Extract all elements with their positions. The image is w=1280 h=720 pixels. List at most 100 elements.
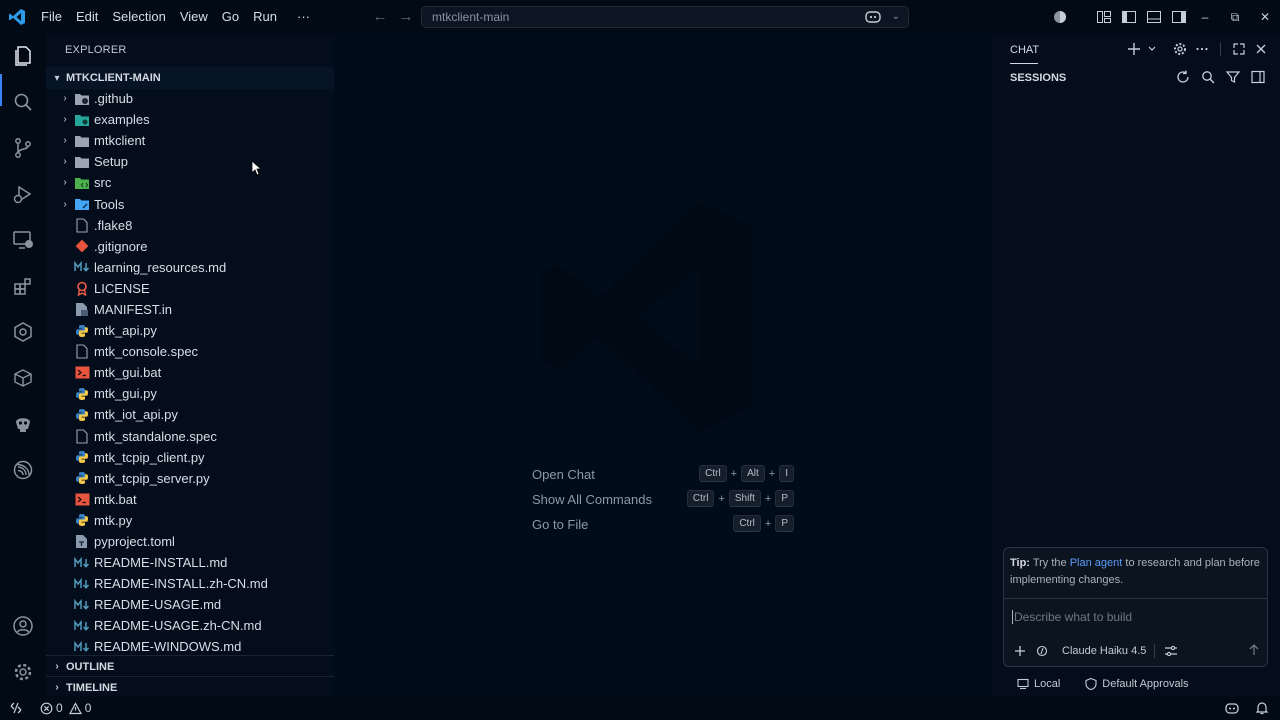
file-row[interactable]: pyproject.toml — [46, 531, 334, 552]
send-arrow-icon[interactable] — [1246, 642, 1262, 658]
explorer-icon[interactable] — [11, 44, 35, 68]
menu-view[interactable]: View — [173, 5, 215, 29]
file-row[interactable]: README-INSTALL.zh-CN.md — [46, 573, 334, 594]
file-row[interactable]: README-WINDOWS.md — [46, 636, 334, 655]
command-center[interactable]: mtkclient-main ⌄ — [421, 6, 909, 28]
welcome-shortcuts: Open Chat Ctrl + Alt + I Show All Commands Ctrl… — [532, 462, 794, 537]
notifications-bell-icon[interactable] — [1254, 700, 1270, 716]
timeline-section[interactable]: › TIMELINE — [46, 676, 334, 698]
settings-gear-icon[interactable] — [11, 660, 35, 684]
copilot-status-icon[interactable] — [1224, 700, 1240, 716]
file-row[interactable]: MANIFEST.in — [46, 299, 334, 320]
refresh-icon[interactable] — [1175, 69, 1191, 85]
root-folder-header[interactable]: ▾ MTKCLIENT-MAIN — [46, 67, 334, 89]
key-cap: P — [775, 515, 794, 532]
menu-selection[interactable]: Selection — [105, 5, 172, 29]
filter-icon[interactable] — [1225, 69, 1241, 85]
menu-more[interactable]: ··· — [290, 5, 317, 29]
configure-tools-icon[interactable] — [1163, 643, 1179, 659]
remote-explorer-icon[interactable] — [11, 228, 35, 252]
status-bar: 0 0 — [0, 696, 1280, 720]
run-debug-icon[interactable] — [11, 182, 35, 206]
plan-agent-link[interactable]: Plan agent — [1070, 557, 1123, 569]
customize-layout-icon[interactable] — [1096, 9, 1112, 25]
menu-edit[interactable]: Edit — [69, 5, 105, 29]
menu-go[interactable]: Go — [215, 5, 246, 29]
command-center-label: mtkclient-main — [432, 10, 510, 24]
folder-row[interactable]: › examples — [46, 109, 334, 130]
vscode-logo-icon — [8, 8, 26, 26]
file-row[interactable]: mtk.py — [46, 510, 334, 531]
copilot-agent-icon[interactable] — [11, 320, 35, 344]
folder-row[interactable]: › mtkclient — [46, 130, 334, 151]
remote-indicator-icon[interactable] — [0, 696, 32, 720]
search-icon[interactable] — [11, 90, 35, 114]
containers-icon[interactable] — [11, 366, 35, 390]
shortcut-row[interactable]: Go to File Ctrl + P — [532, 512, 794, 537]
file-row[interactable]: mtk_standalone.spec — [46, 426, 334, 447]
tree-item-label: mtk_gui.py — [94, 386, 157, 402]
outline-section[interactable]: › OUTLINE — [46, 655, 334, 677]
shortcut-row[interactable]: Open Chat Ctrl + Alt + I — [532, 462, 794, 487]
chat-input-field[interactable]: Describe what to build — [1012, 610, 1258, 624]
file-row[interactable]: .flake8 — [46, 215, 334, 236]
extensions-icon[interactable] — [11, 274, 35, 298]
forward-arrow-icon[interactable]: → — [398, 8, 414, 26]
platformio-icon[interactable] — [11, 412, 35, 436]
copilot-icon[interactable] — [864, 9, 882, 25]
folder-row[interactable]: › .github — [46, 88, 334, 109]
shortcut-row[interactable]: Show All Commands Ctrl + Shift + P — [532, 487, 794, 512]
accounts-sync-icon[interactable] — [1052, 9, 1068, 25]
toggle-secondary-sidebar-icon[interactable] — [1171, 9, 1187, 25]
file-row[interactable]: mtk_iot_api.py — [46, 404, 334, 425]
file-row[interactable]: README-USAGE.zh-CN.md — [46, 615, 334, 636]
new-chat-icon[interactable] — [1126, 41, 1142, 57]
agent-mode-icon[interactable] — [1034, 643, 1050, 659]
espressif-icon[interactable] — [11, 458, 35, 482]
local-button[interactable]: Local — [1034, 678, 1060, 690]
file-row[interactable]: mtk_api.py — [46, 320, 334, 341]
chat-settings-gear-icon[interactable] — [1172, 41, 1188, 57]
close-icon[interactable] — [1253, 41, 1269, 57]
file-row[interactable]: .gitignore — [46, 236, 334, 257]
menu-file[interactable]: File — [34, 5, 69, 29]
source-control-icon[interactable] — [11, 136, 35, 160]
toggle-sidebar-icon[interactable] — [1250, 69, 1266, 85]
file-row[interactable]: mtk_tcpip_client.py — [46, 447, 334, 468]
file-row[interactable]: README-INSTALL.md — [46, 552, 334, 573]
file-row[interactable]: mtk_gui.bat — [46, 362, 334, 383]
file-row[interactable]: mtk_gui.py — [46, 383, 334, 404]
toggle-panel-icon[interactable] — [1146, 9, 1162, 25]
maximize-icon[interactable] — [1231, 41, 1247, 57]
file-row[interactable]: mtk_console.spec — [46, 341, 334, 362]
restore-icon[interactable]: ⧉ — [1220, 0, 1250, 34]
markdown-icon — [74, 618, 90, 634]
file-row[interactable]: LICENSE — [46, 278, 334, 299]
chat-toolbar: Claude Haiku 4.5 — [1012, 642, 1262, 660]
status-bar-right — [1224, 700, 1270, 716]
key-cap: Alt — [741, 465, 765, 482]
minimize-icon[interactable]: – — [1190, 0, 1220, 34]
close-window-icon[interactable]: ✕ — [1250, 0, 1280, 34]
model-picker[interactable]: Claude Haiku 4.5 — [1062, 645, 1146, 657]
file-row[interactable]: mtk.bat — [46, 489, 334, 510]
back-arrow-icon[interactable]: ← — [372, 8, 388, 26]
chevron-down-icon[interactable] — [1148, 41, 1156, 57]
chat-tab[interactable]: CHAT — [1010, 44, 1039, 56]
more-actions-icon[interactable] — [1194, 41, 1210, 57]
folder-row[interactable]: › Tools — [46, 193, 334, 214]
file-row[interactable]: mtk_tcpip_server.py — [46, 468, 334, 489]
chevron-down-icon[interactable]: ⌄ — [892, 9, 900, 25]
search-icon[interactable] — [1200, 69, 1216, 85]
menu-run[interactable]: Run — [246, 5, 284, 29]
add-context-icon[interactable] — [1012, 643, 1028, 659]
folder-row[interactable]: › src — [46, 172, 334, 193]
toggle-primary-sidebar-icon[interactable] — [1121, 9, 1137, 25]
problems-indicator[interactable]: 0 0 — [40, 701, 91, 715]
folder-row[interactable]: › Setup — [46, 151, 334, 172]
account-icon[interactable] — [11, 614, 35, 638]
default-approvals-button[interactable]: Default Approvals — [1102, 678, 1188, 690]
file-row[interactable]: learning_resources.md — [46, 257, 334, 278]
tree-item-label: mtk_gui.bat — [94, 365, 162, 381]
file-row[interactable]: README-USAGE.md — [46, 594, 334, 615]
